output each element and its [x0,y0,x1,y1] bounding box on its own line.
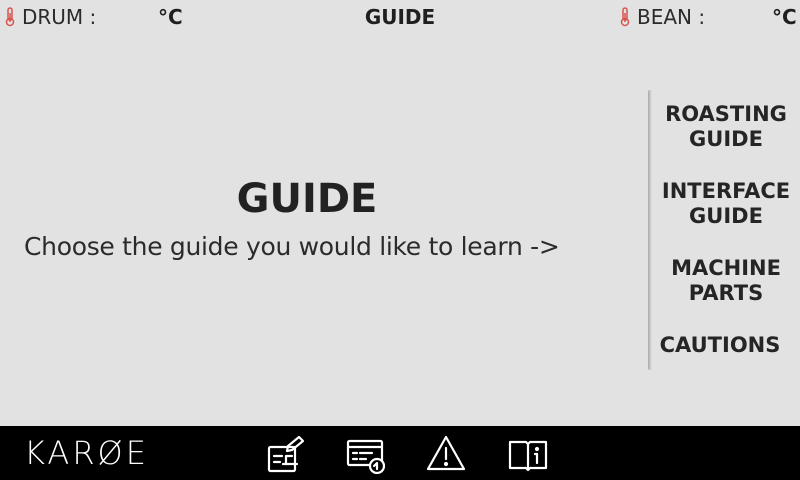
bean-temperature: BEAN : [619,5,705,29]
thermometer-icon [620,7,630,27]
menu-item-roasting-guide[interactable]: ROASTING GUIDE [652,102,800,152]
guide-menu: ROASTING GUIDE INTERFACE GUIDE MACHINE P… [652,90,800,370]
recipe-card-icon [346,439,386,474]
menu-item-cautions[interactable]: CAUTIONS [646,333,794,358]
recipe-card-button[interactable] [346,434,386,474]
bean-label: BEAN : [637,5,706,29]
guide-heading: GUIDE [236,176,378,222]
bean-unit: °C [772,5,797,29]
top-status-bar: DRUM : °C GUIDE BEAN : °C [0,0,800,34]
guide-button[interactable] [508,434,548,474]
cautions-button[interactable] [426,434,466,474]
roast-profile-icon [267,435,305,473]
bottom-nav-bar: KARØE [0,426,800,480]
guide-instructions: Choose the guide you would like to learn… [24,232,560,261]
roast-profile-button[interactable] [266,434,306,474]
guide-book-icon [508,440,548,472]
menu-item-machine-parts[interactable]: MACHINE PARTS [652,256,800,306]
brand-logo: KARØE [24,434,149,472]
warning-icon [426,435,466,471]
menu-item-interface-guide[interactable]: INTERFACE GUIDE [652,179,800,229]
